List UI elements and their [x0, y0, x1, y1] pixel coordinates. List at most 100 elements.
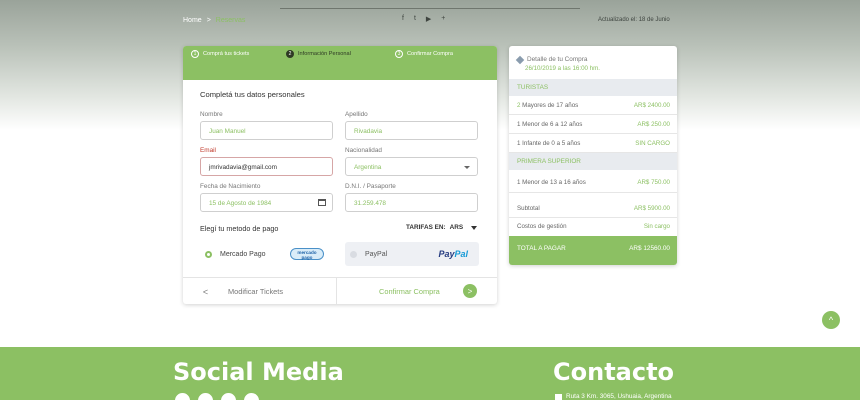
scroll-to-top-button[interactable]: ^: [822, 311, 840, 329]
breadcrumb-current: Reservas: [215, 17, 246, 24]
updated-date: Actualizado el: 18 de Junio: [598, 17, 670, 23]
email-input[interactable]: jmrivadavia@gmail.com: [200, 157, 333, 176]
paypal-logo-pay: Pay: [438, 249, 455, 259]
footer-twitter-icon[interactable]: [198, 393, 213, 400]
purchase-summary: Detalle de tu Compra 26/10/2019 a las 16…: [509, 46, 677, 265]
youtube-icon[interactable]: ▶: [426, 15, 431, 23]
personal-info-form-card: 1 Comprá tus tickets 2 Información Perso…: [183, 46, 497, 304]
gestion-value: Sin cargo: [643, 223, 670, 230]
summary-row: 1 Menor de 6 a 12 años AR$ 250.00: [509, 115, 677, 134]
fecha-nacimiento-input[interactable]: 15 de Agosto de 1984: [200, 193, 333, 212]
summary-date: 26/10/2019 a las 16:00 hm.: [525, 65, 600, 72]
step-2-number: 2: [286, 50, 294, 58]
total-value: AR$ 12560.00: [629, 245, 670, 252]
breadcrumb-separator: >: [206, 17, 211, 24]
footer-contact-title: Contacto: [553, 358, 675, 386]
tarifas-currency: ARS: [449, 224, 464, 231]
summary-row-price: AR$ 2400.00: [633, 102, 670, 109]
confirmar-compra-label: Confirmar Compra: [379, 287, 440, 296]
paypal-logo-pal: Pal: [454, 249, 468, 259]
apellido-input[interactable]: Rivadavia: [345, 121, 478, 140]
form-navigation: < Modificar Tickets Confirmar Compra >: [183, 277, 497, 304]
nombre-input[interactable]: Juan Manuel: [200, 121, 333, 140]
mercadopago-label: Mercado Pago: [220, 250, 266, 258]
step-1-number: 1: [191, 50, 199, 58]
form-title: Completá tus datos personales: [200, 90, 305, 99]
payment-option-mercadopago[interactable]: Mercado Pago mercado pago: [200, 242, 338, 266]
gestion-row: Costos de gestión Sin cargo: [509, 217, 677, 236]
subtotal-value: AR$ 5900.00: [633, 205, 670, 212]
step-1-label: Comprá tus tickets: [203, 51, 250, 57]
subtotal-row: Subtotal AR$ 5900.00: [509, 199, 677, 218]
payment-method-title: Elegí tu metodo de pago: [200, 224, 279, 233]
summary-row-desc: 2 Mayores de 17 años: [517, 102, 578, 109]
footer-facebook-icon[interactable]: [175, 393, 190, 400]
step-2[interactable]: 2 Información Personal: [286, 50, 351, 58]
nacionalidad-select[interactable]: Argentina: [345, 157, 478, 176]
confirmar-compra-button[interactable]: Confirmar Compra >: [336, 278, 497, 304]
apellido-label: Apellido: [345, 111, 368, 118]
calendar-icon[interactable]: [318, 199, 326, 206]
radio-unselected[interactable]: [350, 250, 357, 258]
fecha-value: 15 de Agosto de 1984: [209, 200, 272, 207]
twitter-icon[interactable]: t: [414, 15, 416, 23]
summary-title: Detalle de tu Compra: [527, 56, 588, 63]
modificar-tickets-label: Modificar Tickets: [228, 287, 284, 296]
top-social-links: f t ▶ +: [402, 15, 445, 23]
nacionalidad-value: Argentina: [354, 164, 382, 171]
hero-divider: [280, 8, 580, 9]
summary-row-text: Mayores de 17 años: [520, 102, 579, 109]
step-2-label: Información Personal: [298, 51, 351, 57]
summary-section-primera-superior: PRIMERA SUPERIOR: [509, 153, 677, 170]
email-label: Email: [200, 147, 216, 154]
summary-row: 1 Menor de 13 a 16 años AR$ 750.00: [509, 172, 677, 193]
nacionalidad-label: Nacionalidad: [345, 147, 382, 154]
step-1[interactable]: 1 Comprá tus tickets: [191, 50, 249, 58]
payment-option-paypal[interactable]: PayPal PayPal: [345, 242, 479, 266]
site-footer: Social Media Contacto Ruta 3 Km. 3065, U…: [0, 347, 860, 400]
breadcrumb: Home > Reservas: [183, 17, 245, 24]
paypal-logo: PayPal: [438, 249, 468, 259]
dni-label: D.N.I. / Pasaporte: [345, 183, 396, 190]
summary-row-price: SIN CARGO: [635, 140, 670, 147]
plus-icon[interactable]: +: [441, 15, 445, 23]
modificar-tickets-button[interactable]: < Modificar Tickets: [183, 278, 336, 304]
mercadopago-logo: mercado pago: [290, 248, 324, 260]
fecha-label: Fecha de Nacimiento: [200, 183, 261, 190]
summary-row-price: AR$ 250.00: [637, 121, 670, 128]
chevron-right-icon[interactable]: >: [463, 284, 477, 298]
dni-input[interactable]: 31.259.478: [345, 193, 478, 212]
footer-social-title: Social Media: [173, 358, 344, 386]
footer-youtube-icon[interactable]: [244, 393, 259, 400]
footer-social-icons: [175, 393, 259, 400]
summary-header: Detalle de tu Compra: [515, 55, 588, 65]
tarifas-label: TARIFAS EN:: [406, 224, 446, 231]
total-label: TOTAL A PAGAR: [517, 245, 566, 252]
subtotal-label: Subtotal: [517, 205, 540, 212]
footer-address-text: Ruta 3 Km. 3065, Ushuaia, Argentina: [566, 393, 672, 400]
total-row: TOTAL A PAGAR AR$ 12560.00: [509, 236, 677, 265]
footer-address: Ruta 3 Km. 3065, Ushuaia, Argentina: [555, 393, 672, 400]
summary-row-desc: 1 Menor de 6 a 12 años: [517, 121, 583, 128]
home-icon: [555, 393, 562, 400]
summary-row-desc: 1 Menor de 13 a 16 años: [517, 179, 586, 186]
step-3-number: 3: [395, 50, 403, 58]
gestion-label: Costos de gestión: [517, 223, 567, 230]
top-bar: Home > Reservas f t ▶ + Actualizado el: …: [0, 14, 860, 28]
summary-row-desc: 1 Infante de 0 a 5 años: [517, 140, 581, 147]
facebook-icon[interactable]: f: [402, 15, 404, 23]
caret-down-icon: [471, 225, 478, 230]
radio-selected[interactable]: [205, 250, 212, 258]
tag-icon: [515, 55, 525, 65]
mercadopago-logo-line2: pago: [301, 255, 313, 260]
nombre-label: Nombre: [200, 111, 223, 118]
chevron-up-icon: ^: [828, 315, 834, 325]
summary-section-turistas: TURISTAS: [509, 79, 677, 96]
footer-instagram-icon[interactable]: [221, 393, 236, 400]
summary-row-price: AR$ 750.00: [637, 179, 670, 186]
paypal-label: PayPal: [365, 250, 388, 258]
currency-selector[interactable]: TARIFAS EN: ARS: [406, 224, 478, 231]
summary-row: 1 Infante de 0 a 5 años SIN CARGO: [509, 134, 677, 153]
step-3[interactable]: 3 Confirmar Compra: [395, 50, 453, 58]
breadcrumb-home[interactable]: Home: [183, 17, 202, 24]
